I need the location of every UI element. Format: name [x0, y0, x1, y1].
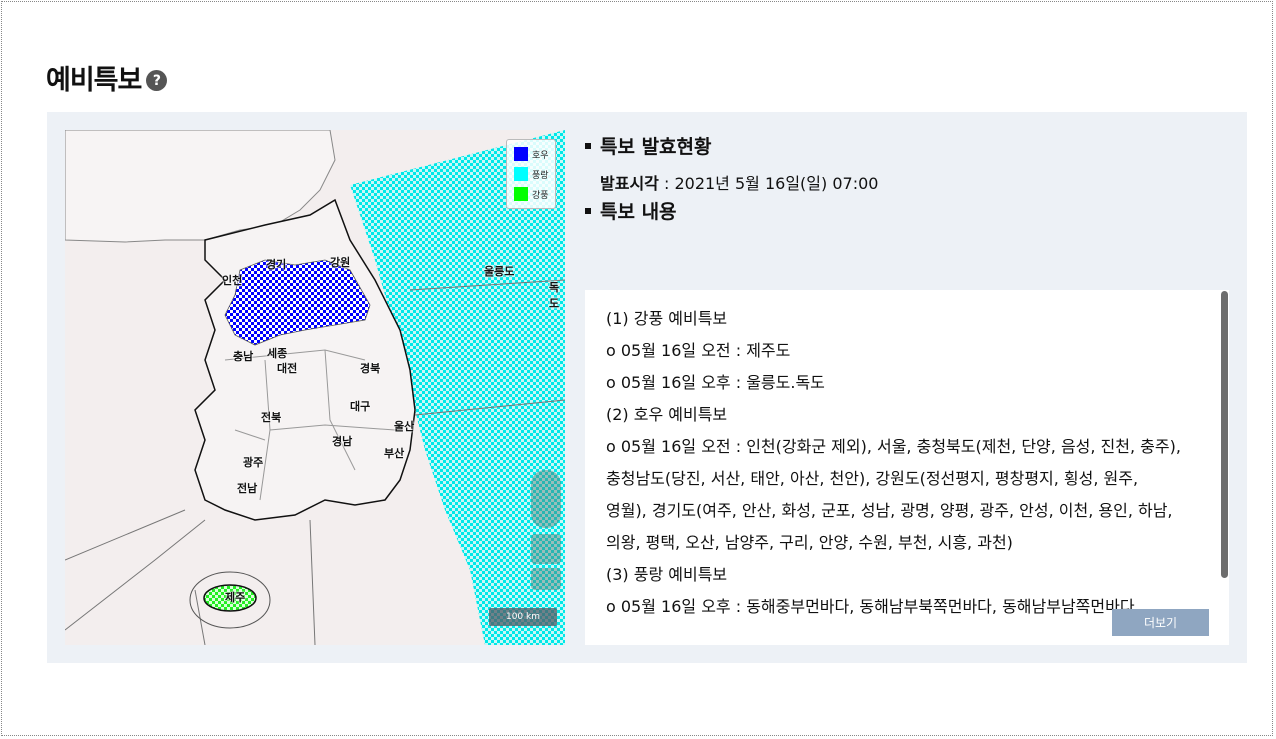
- map-label-gangwon: 강원: [330, 256, 351, 269]
- legend-item-high-seas: 풍랑: [514, 167, 549, 181]
- map-label-gyeongnam: 경남: [332, 435, 353, 448]
- legend-label-heavy-rain: 호우: [532, 150, 549, 161]
- status-heading-text: 특보 발효현황: [600, 136, 712, 158]
- warning-content-box[interactable]: (1) 강풍 예비특보 o 05월 16일 오전 : 제주도 o 05월 16일…: [585, 290, 1229, 645]
- content-line: (3) 풍랑 예비특보: [606, 565, 728, 584]
- content-line: 충청남도(당진, 서산, 태안, 아산, 천안), 강원도(정선평지, 평창평지…: [606, 469, 1139, 488]
- map-label-daejeon: 대전: [277, 362, 298, 375]
- bullet-icon: [585, 207, 591, 214]
- page-title: 예비특보: [46, 65, 142, 96]
- issued-time: 발표시각 : 2021년 5월 16일(일) 07:00: [600, 170, 878, 194]
- map-label-gyeongbuk: 경북: [360, 362, 381, 375]
- map-label-gyeonggi: 경기: [266, 258, 287, 271]
- map-label-ulleungdo: 울릉도: [484, 265, 515, 278]
- legend-label-high-seas: 풍랑: [532, 170, 549, 181]
- legend-item-strong-wind: 강풍: [514, 187, 549, 201]
- map-label-jeonbuk: 전북: [261, 411, 282, 424]
- status-heading: 특보 발효현황: [585, 132, 712, 159]
- warning-map[interactable]: 경기 인천 강원 충남 세종 대전 경북 대구 전북 울산 경남 부산 광주 전…: [65, 130, 565, 645]
- content-heading-text: 특보 내용: [600, 201, 677, 223]
- content-line: o 05월 16일 오후 : 동해중부먼바다, 동해남부북쪽먼바다, 동해남부남…: [606, 597, 1135, 616]
- map-label-gwangju: 광주: [243, 456, 264, 469]
- title-row: 예비특보 ?: [46, 58, 168, 97]
- legend-swatch-strong-wind: [514, 187, 528, 201]
- map-svg: [65, 130, 565, 645]
- help-icon[interactable]: ?: [146, 70, 168, 91]
- bullet-icon: [585, 142, 591, 149]
- map-label-jeonnam: 전남: [237, 482, 258, 495]
- map-label-dokdo: 독도: [549, 281, 560, 310]
- map-label-ulsan: 울산: [394, 420, 415, 433]
- legend-label-strong-wind: 강풍: [532, 190, 549, 201]
- legend-swatch-high-seas: [514, 167, 528, 181]
- map-legend: 호우 풍랑 강풍: [506, 139, 556, 209]
- map-label-jeju: 제주: [225, 591, 246, 604]
- map-label-busan: 부산: [384, 447, 405, 460]
- content-line: o 05월 16일 오후 : 울릉도.독도: [606, 373, 825, 392]
- content-line: o 05월 16일 오전 : 제주도: [606, 341, 791, 360]
- map-label-daegu: 대구: [350, 400, 371, 413]
- layer-icon[interactable]: [531, 568, 561, 590]
- content-heading: 특보 내용: [585, 197, 677, 224]
- legend-item-heavy-rain: 호우: [514, 147, 549, 161]
- content-line: 의왕, 평택, 오산, 남양주, 구리, 안양, 수원, 부천, 시흥, 과천): [606, 533, 1013, 552]
- more-button[interactable]: 더보기: [1112, 609, 1209, 636]
- ruler-icon[interactable]: [531, 534, 561, 564]
- content-scrollbar[interactable]: [1221, 291, 1228, 578]
- map-label-sejong: 세종: [267, 347, 288, 360]
- issued-value: : 2021년 5월 16일(일) 07:00: [658, 174, 879, 193]
- map-zoom-control[interactable]: [531, 470, 561, 528]
- content-line: o 05월 16일 오전 : 인천(강화군 제외), 서울, 충청북도(제천, …: [606, 437, 1181, 456]
- legend-swatch-heavy-rain: [514, 147, 528, 161]
- issued-label: 발표시각: [600, 174, 659, 193]
- content-line: (2) 호우 예비특보: [606, 405, 728, 424]
- content-line: 영월), 경기도(여주, 안산, 화성, 군포, 성남, 광명, 양평, 광주,…: [606, 501, 1173, 520]
- content-line: (1) 강풍 예비특보: [606, 309, 728, 328]
- map-scale-bar: 100 km: [489, 608, 557, 626]
- map-label-chungnam: 충남: [233, 350, 254, 363]
- map-label-incheon: 인천: [222, 274, 243, 287]
